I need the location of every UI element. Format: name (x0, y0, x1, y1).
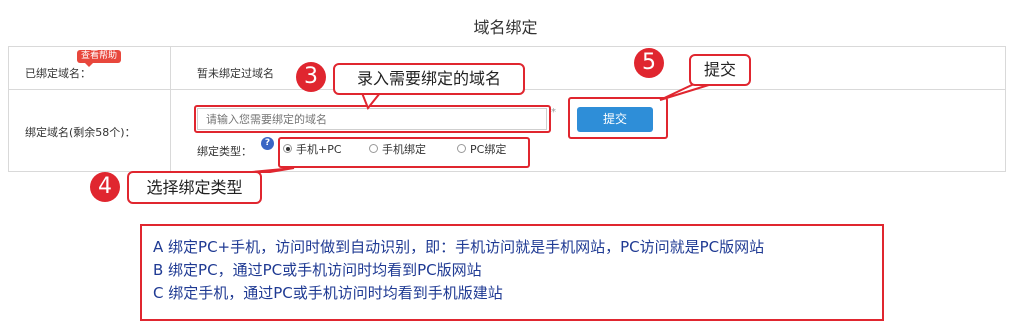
note-b: B 绑定PC，通过PC或手机访问时均看到PC版网站 (153, 261, 482, 279)
step5-number: 5 (634, 48, 664, 78)
step3-callout: 录入需要绑定的域名 (333, 63, 525, 95)
step5-pointer (659, 83, 713, 101)
binding-notes-box: A 绑定PC+手机，访问时做到自动识别，即：手机访问就是手机网站，PC访问就是P… (140, 224, 884, 321)
step5-callout: 提交 (689, 54, 751, 86)
note-c: C 绑定手机，通过PC或手机访问时均看到手机版建站 (153, 284, 503, 302)
note-a: A 绑定PC+手机，访问时做到自动识别，即：手机访问就是手机网站，PC访问就是P… (153, 238, 765, 256)
step4-callout: 选择绑定类型 (127, 171, 262, 204)
step3-pointer (360, 92, 383, 110)
step3-number: 3 (296, 62, 326, 92)
step4-number: 4 (90, 172, 120, 202)
